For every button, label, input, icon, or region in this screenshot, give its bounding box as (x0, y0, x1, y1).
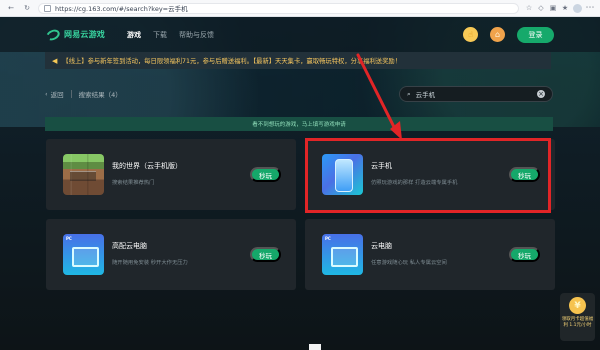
card-title: 云手机 (371, 162, 392, 171)
clear-icon[interactable]: × (537, 90, 545, 98)
card-info: 云手机 仿照玩游戏的那样 打造云端专属手机 (371, 161, 509, 188)
back-icon[interactable]: ← (6, 3, 16, 13)
brand-logo[interactable]: 网易云游戏 (44, 27, 105, 42)
search-result-card-high-performance-cloud-pc[interactable]: 高配云电脑 随开随用免安装 秒开大作无压力 秒玩 (46, 219, 296, 290)
instant-play-button[interactable]: 秒玩 (250, 247, 281, 262)
minecraft-thumbnail (63, 154, 104, 195)
card-title: 高配云电脑 (112, 242, 147, 251)
login-button[interactable]: 登录 (517, 26, 554, 43)
chevron-left-icon: ‹ (45, 90, 48, 98)
browser-toolbar: ← ↻ https://cg.163.com/#/search?key=云手机 … (0, 0, 600, 17)
reward-text: 领取月卡超值福利 1.1元/小时 (561, 317, 594, 328)
hand-icon[interactable]: ☝ (463, 27, 478, 42)
address-bar[interactable]: https://cg.163.com/#/search?key=云手机 (38, 2, 519, 14)
profile-icon[interactable] (573, 3, 582, 13)
search-result-card-cloud-pc[interactable]: 云电脑 任意游戏随心玩 私人专属云空间 秒玩 (305, 219, 555, 290)
card-description: 随开随用免安装 秒开大作无压力 (112, 260, 188, 267)
search-input[interactable]: ⌕ 云手机 × (399, 86, 553, 102)
card-description: 仿照玩游戏的那样 打造云端专属手机 (371, 180, 458, 187)
top-navigation: 网易云游戏 游戏 下载 帮助与反馈 ☝ ⌂ 登录 (0, 17, 600, 52)
reward-floating-widget[interactable]: ¥ 领取月卡超值福利 1.1元/小时 (560, 293, 595, 341)
more-icon[interactable]: ⋯ (586, 3, 595, 12)
star-icon[interactable]: ☆ (525, 4, 533, 12)
nav-games[interactable]: 游戏 (127, 30, 141, 40)
card-description: 搜索结果推荐热门 (112, 180, 155, 187)
refresh-icon[interactable]: ↻ (22, 3, 32, 13)
search-results-header: ‹ 返回 搜索结果（4） ⌕ 云手机 × (45, 84, 553, 104)
logo-icon (44, 27, 62, 42)
nav-download[interactable]: 下载 (153, 30, 167, 40)
favorites-icon[interactable]: ★ (561, 4, 569, 12)
lock-icon (44, 4, 51, 12)
back-link[interactable]: ‹ 返回 (45, 89, 64, 99)
scroll-indicator (309, 344, 321, 350)
cloud-phone-thumbnail (322, 154, 363, 195)
search-icon: ⌕ (407, 89, 411, 98)
search-result-card-minecraft[interactable]: 我的世界（云手机版） 搜索结果推荐热门 秒玩 (46, 139, 296, 210)
home-icon[interactable]: ⌂ (490, 27, 505, 42)
card-description: 任意游戏随心玩 私人专属云空间 (371, 260, 447, 267)
instant-play-button[interactable]: 秒玩 (509, 167, 540, 182)
card-title: 我的世界（云手机版） (112, 162, 182, 171)
browser-actions: ☆ ◇ ▣ ★ ⋯ (525, 3, 595, 13)
instant-play-button[interactable]: 秒玩 (509, 247, 540, 262)
announcement-bar: ◀ 【线上】参与新年签到活动，每日限领福利71元，参与后赠送福利。【最新】天天集… (45, 52, 551, 69)
search-result-card-cloud-phone[interactable]: 云手机 仿照玩游戏的那样 打造云端专属手机 秒玩 (305, 139, 555, 210)
announcement-text[interactable]: 【线上】参与新年签到活动，每日限领福利71元，参与后赠送福利。【最新】天天集卡，… (62, 56, 401, 65)
divider (70, 90, 72, 98)
url-text: https://cg.163.com/#/search?key=云手机 (55, 5, 188, 13)
brand-name: 网易云游戏 (64, 30, 105, 39)
instant-play-button[interactable]: 秒玩 (250, 167, 281, 182)
back-label: 返回 (50, 91, 64, 99)
card-title: 云电脑 (371, 242, 392, 251)
card-info: 高配云电脑 随开随用免安装 秒开大作无压力 (112, 241, 250, 268)
results-title: 搜索结果（4） (78, 91, 122, 99)
search-query: 云手机 (415, 91, 436, 99)
cloud-pc-thumbnail (63, 234, 104, 275)
nav-help[interactable]: 帮助与反馈 (179, 30, 214, 40)
sidebar-icon[interactable]: ▣ (549, 4, 557, 12)
game-request-tip[interactable]: 看不到想玩的游戏，马上填写游戏申请 (45, 117, 553, 131)
speaker-icon: ◀ (52, 56, 58, 65)
coin-icon: ¥ (569, 297, 586, 314)
shield-icon[interactable]: ◇ (537, 4, 545, 12)
card-info: 云电脑 任意游戏随心玩 私人专属云空间 (371, 241, 509, 268)
card-info: 我的世界（云手机版） 搜索结果推荐热门 (112, 161, 250, 188)
cloud-pc-thumbnail (322, 234, 363, 275)
